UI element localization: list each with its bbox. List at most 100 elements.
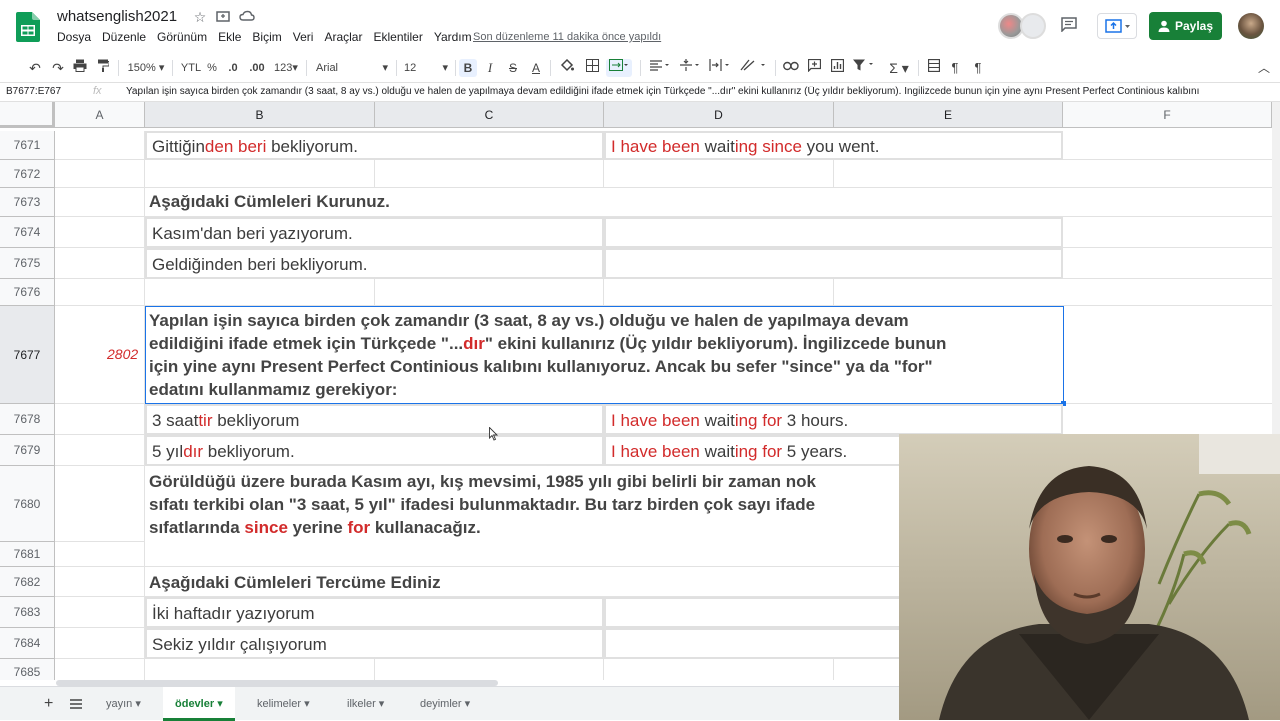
section-heading[interactable]: Aşağıdaki Cümleleri Kurunuz. — [149, 192, 390, 212]
font-select[interactable]: Arial ▾ — [316, 59, 390, 77]
separator — [640, 60, 641, 76]
row-header[interactable]: 7678 — [0, 404, 55, 435]
name-box[interactable]: B7677:E767 — [6, 86, 61, 97]
row-header[interactable]: 7677 — [0, 306, 55, 404]
bold-button[interactable]: B — [459, 59, 477, 77]
cell-d7671[interactable]: I have been waiting since you went. — [604, 131, 1063, 160]
menu-insert[interactable]: Ekle — [218, 30, 241, 44]
decrease-decimal-button[interactable]: .0 — [224, 59, 242, 77]
user-avatar[interactable] — [1238, 13, 1264, 39]
undo-icon[interactable]: ↶ — [27, 59, 43, 77]
print-icon[interactable] — [72, 59, 88, 77]
paint-format-icon[interactable] — [95, 59, 111, 77]
menu-edit[interactable]: Düzenle — [102, 30, 146, 44]
merge-cells-icon[interactable] — [606, 59, 632, 77]
menu-view[interactable]: Görünüm — [157, 30, 207, 44]
comment-insert-icon[interactable] — [805, 58, 823, 77]
column-header-f[interactable]: F — [1063, 102, 1272, 128]
row-header[interactable]: 7681 — [0, 542, 55, 567]
row-header[interactable]: 7680 — [0, 466, 55, 542]
row-header[interactable]: 7671 — [0, 131, 55, 160]
italic-button[interactable]: I — [482, 59, 498, 77]
collapse-toolbar-icon[interactable]: ︿ — [1256, 59, 1272, 77]
redo-icon[interactable]: ↷ — [50, 59, 66, 77]
sheet-tab-deyimler[interactable]: deyimler ▾ — [408, 687, 482, 721]
cell-d7675[interactable] — [604, 248, 1063, 279]
fill-color-icon[interactable] — [559, 58, 575, 77]
column-header-c[interactable]: C — [375, 102, 604, 128]
select-all-corner[interactable] — [0, 102, 55, 128]
selected-range[interactable]: Yapılan işin sayıca birden çok zamandır … — [145, 306, 1066, 406]
column-a-area[interactable] — [55, 131, 145, 680]
sheets-logo-icon[interactable] — [16, 12, 40, 42]
cell-b7683[interactable]: İki haftadır yazıyorum — [145, 597, 604, 628]
functions-icon[interactable]: Σ ▾ — [885, 59, 913, 77]
increase-decimal-button[interactable]: .00 — [246, 59, 268, 77]
document-title[interactable]: whatsenglish2021 — [57, 8, 177, 25]
chart-icon[interactable] — [828, 58, 846, 77]
more-formats-button[interactable]: 123▾ — [271, 59, 301, 77]
cell-a7677[interactable]: 2802 — [107, 346, 138, 362]
column-header-a[interactable]: A — [55, 102, 145, 128]
cell-text: Kasım'dan beri yazıyorum. — [152, 224, 353, 243]
sheet-list-icon[interactable] — [58, 687, 94, 721]
column-header-e[interactable]: E — [834, 102, 1063, 128]
row-header[interactable]: 7674 — [0, 217, 55, 248]
section-heading[interactable]: Aşağıdaki Cümleleri Tercüme Ediniz — [149, 573, 441, 593]
borders-icon[interactable] — [584, 59, 600, 77]
text-wrap-icon[interactable] — [708, 59, 732, 77]
row-header[interactable]: 7672 — [0, 160, 55, 188]
row-header[interactable]: 7676 — [0, 279, 55, 306]
sheet-tab-ilkeler[interactable]: ilkeler ▾ — [335, 687, 396, 721]
row-header[interactable]: 7685 — [0, 659, 55, 680]
link-icon[interactable] — [782, 59, 800, 77]
formula-input[interactable]: Yapılan işin sayıca birden çok zamandır … — [126, 86, 1236, 97]
menu-format[interactable]: Biçim — [252, 30, 281, 44]
column-header-d[interactable]: D — [604, 102, 834, 128]
sheet-tab-kelimeler[interactable]: kelimeler ▾ — [245, 687, 322, 721]
cell-b7679[interactable]: 5 yıldır bekliyorum. — [145, 435, 604, 466]
cell-b7678[interactable]: 3 saattir bekliyorum — [145, 404, 604, 435]
percent-button[interactable]: % — [205, 59, 219, 77]
menu-tools[interactable]: Araçlar — [324, 30, 362, 44]
present-button[interactable] — [1097, 13, 1137, 39]
row-header[interactable]: 7673 — [0, 188, 55, 217]
row-header[interactable]: 7675 — [0, 248, 55, 279]
text-color-button[interactable]: A — [528, 59, 544, 77]
move-icon[interactable] — [214, 8, 232, 26]
menu-addons[interactable]: Eklentiler — [373, 30, 422, 44]
cell-d7674[interactable] — [604, 217, 1063, 248]
last-edit-link[interactable]: Son düzenleme 11 dakika önce yapıldı — [473, 31, 661, 43]
row-header[interactable]: 7679 — [0, 435, 55, 466]
row-header[interactable]: 7684 — [0, 628, 55, 659]
zoom-select[interactable]: 150% ▾ — [126, 59, 166, 77]
cell-b7684[interactable]: Sekiz yıldır çalışıyorum — [145, 628, 604, 659]
menu-file[interactable]: Dosya — [57, 30, 91, 44]
freeze-icon[interactable] — [926, 58, 942, 77]
cell-b7671[interactable]: Gittiğinden beri bekliyorum. — [145, 131, 604, 160]
cell-b7674[interactable]: Kasım'dan beri yazıyorum. — [145, 217, 604, 248]
share-button[interactable]: Paylaş — [1149, 12, 1222, 40]
star-icon[interactable]: ☆ — [191, 8, 209, 26]
align-vertical-icon[interactable] — [678, 59, 702, 77]
font-size-select[interactable]: 12 ▾ — [404, 59, 450, 77]
menu-data[interactable]: Veri — [293, 30, 314, 44]
row-header[interactable]: 7682 — [0, 567, 55, 597]
sheet-tab-yayin[interactable]: yayın ▾ — [94, 687, 153, 721]
comment-icon[interactable] — [1060, 17, 1078, 35]
filter-icon[interactable] — [851, 59, 879, 77]
text-rotate-icon[interactable] — [738, 59, 770, 77]
strikethrough-button[interactable]: S — [505, 59, 521, 77]
cell-d7678[interactable]: I have been waiting for 3 hours. — [604, 404, 1063, 435]
menu-help[interactable]: Yardım — [434, 30, 472, 44]
paragraph-rtl-icon[interactable]: ¶ — [970, 59, 986, 77]
cloud-icon[interactable] — [238, 8, 256, 26]
cell-b7675[interactable]: Geldiğinden beri bekliyorum. — [145, 248, 604, 279]
currency-button[interactable]: YTL — [179, 59, 203, 77]
sheet-tab-odevler[interactable]: ödevler ▾ — [163, 687, 235, 721]
row-header[interactable]: 7683 — [0, 597, 55, 628]
collaborator-avatar-2[interactable] — [1020, 13, 1046, 39]
column-header-b[interactable]: B — [145, 102, 375, 128]
paragraph-ltr-icon[interactable]: ¶ — [947, 59, 963, 77]
align-horizontal-icon[interactable] — [648, 59, 672, 77]
